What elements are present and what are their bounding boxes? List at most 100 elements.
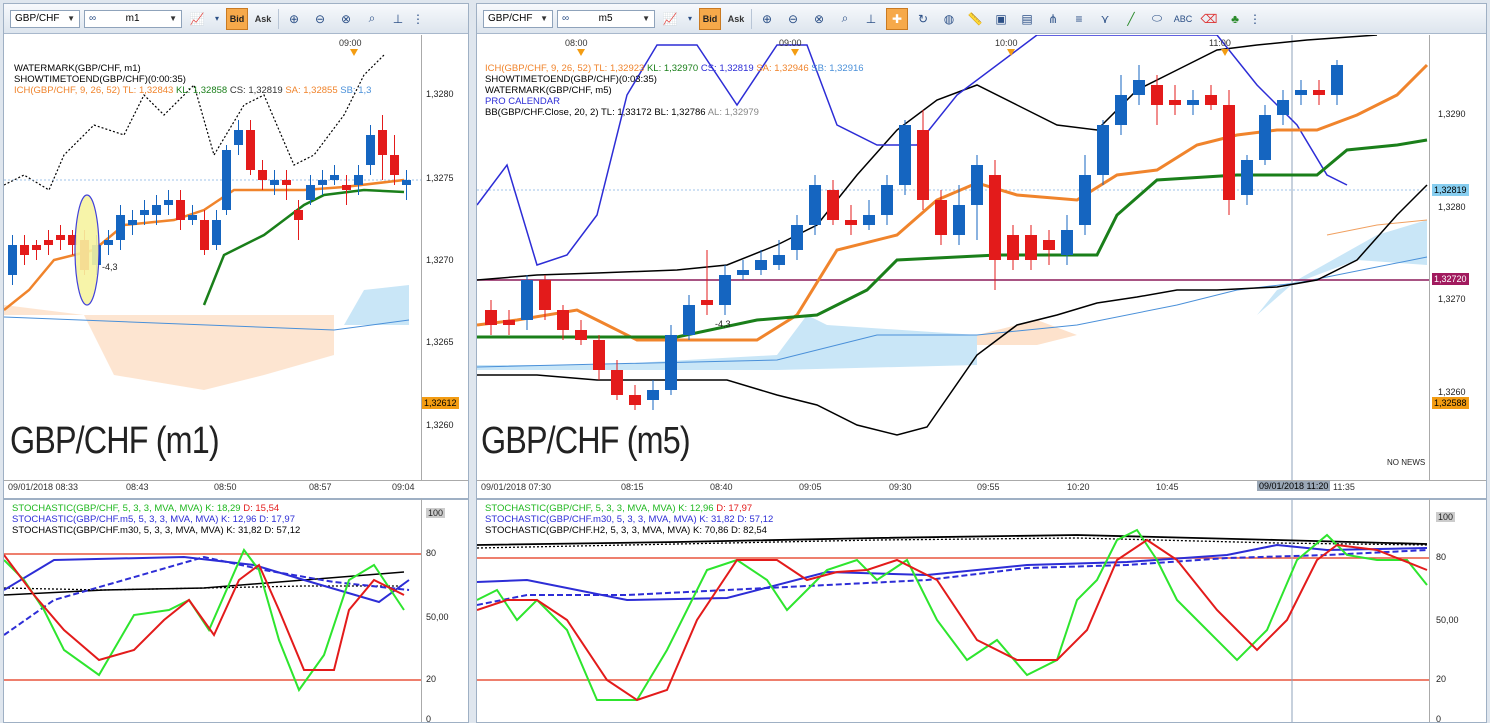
refresh-icon[interactable]: ↻ [912,8,934,30]
left-ask-button[interactable]: Ask [252,8,274,30]
right-osc-line3: STOCHASTIC(GBP/CHF.H2, 5, 3, 3, MVA, MVA… [485,525,773,536]
right-ich-name: ICH(GBP/CHF, 9, 26, 52) [485,63,592,74]
candle-body [188,215,197,220]
ellipse-icon[interactable]: ⬭ [1146,8,1168,30]
chart-table-icon[interactable]: ▤ [1016,8,1038,30]
candle-body [8,245,17,275]
trendline-icon[interactable]: ╱ [1120,8,1142,30]
globe-icon[interactable]: ◍ [938,8,960,30]
left-ich-sb: SB: 1,3 [340,85,372,96]
right-osc-l2: STOCHASTIC(GBP/CHF.m30, 5, 3, 3, MVA, MV… [485,514,697,525]
eraser-icon[interactable]: ⌫ [1198,8,1220,30]
candle-body [1259,115,1271,160]
candle-body [665,335,677,390]
left-symbol-select[interactable]: GBP/CHF ▼ [10,9,80,28]
right-osc-line1: STOCHASTIC(GBP/CHF, 5, 3, 3, MVA, MVA) K… [485,503,773,514]
right-kijun-line [477,138,1428,339]
chart-type-icon[interactable]: 📈 [659,8,681,30]
image-icon[interactable]: ▣ [990,8,1012,30]
left-price-5: 1,3260 [426,420,454,430]
indicator-icon[interactable]: ⊥ [387,8,409,30]
right-price-chart[interactable]: ICH(GBP/CHF, 9, 26, 52) TL: 1,32923 KL: … [477,35,1429,480]
left-price-chart[interactable]: WATERMARK(GBP/CHF, m1) SHOWTIMETOEND(GBP… [4,35,421,480]
right-time-7: 10:20 [1067,482,1090,492]
right-time-axis[interactable]: 09/01/2018 07:30 08:15 08:40 09:05 09:30… [477,480,1486,494]
candle-body [683,305,695,335]
right-price-axis[interactable]: 1,3290 1,3280 1,3270 1,3260 1,32819 1,32… [1429,35,1486,480]
right-bid-button[interactable]: Bid [699,7,721,30]
left-osc-l2: STOCHASTIC(GBP/CHF.m5, 5, 3, 3, MVA, MVA… [12,514,219,525]
more-icon[interactable]: ⋮ [1249,8,1261,30]
zoom-out-icon[interactable]: ⊖ [309,8,331,30]
more-icon[interactable]: ⋮ [412,8,424,30]
lines-icon[interactable]: ≡ [1068,8,1090,30]
left-osc-axis[interactable]: 100 80 50,00 20 0 [421,498,468,723]
left-price-3: 1,3270 [426,255,454,265]
candle-body [176,200,185,220]
candle-body [222,150,231,210]
right-oscillator-panel[interactable]: STOCHASTIC(GBP/CHF, 5, 3, 3, MVA, MVA) K… [477,498,1429,722]
chart-type-icon[interactable]: 📈 [186,8,208,30]
left-kumo-blue [344,285,409,325]
ruler-icon[interactable]: 📏 [964,8,986,30]
tree-icon[interactable]: ♣ [1224,8,1246,30]
right-time-4: 09:05 [799,482,822,492]
right-top-time-3: 10:00 [995,38,1018,48]
left-arrow-label: -4,3 [102,262,118,272]
right-osc-legend: STOCHASTIC(GBP/CHF, 5, 3, 3, MVA, MVA) K… [485,503,773,536]
separator [751,8,752,29]
zoom-fit-icon[interactable]: ⊗ [335,8,357,30]
dropdown-small-icon[interactable]: ▾ [685,8,695,30]
crosshair-icon[interactable]: ✚ [886,7,908,30]
zoom-in-icon[interactable]: ⊕ [283,8,305,30]
candle-body [20,245,29,255]
candle-body [485,310,497,325]
right-ich-kl: KL: 1,32970 [646,63,699,74]
left-legend-ich: ICH(GBP/CHF, 9, 26, 52) TL: 1,32843 KL: … [14,85,371,96]
right-osc-level-50: 50,00 [1436,615,1459,625]
right-timeframe-select[interactable]: ∞ m5 ▼ [557,9,655,28]
right-bb-bl: BL: 1,32786 [654,107,706,118]
zoom-area-icon[interactable]: ⌕ [834,8,856,30]
left-osc-level-0: 0 [426,714,432,723]
left-price-axis[interactable]: 1,3280 1,3275 1,3270 1,3265 1,3260 1,326… [421,35,468,480]
left-osc-black-dotted [4,585,404,591]
right-osc-axis[interactable]: 100 80 50,00 20 0 [1429,498,1486,723]
zoom-fit-icon[interactable]: ⊗ [808,8,830,30]
right-time-marker [577,49,585,56]
left-price-2: 1,3275 [426,173,454,183]
left-time-axis[interactable]: 09/01/2018 08:33 08:43 08:50 08:57 09:04 [4,480,468,494]
right-ich-cs: CS: 1,32819 [700,63,754,74]
dropdown-small-icon[interactable]: ▾ [212,8,222,30]
text-icon[interactable]: ABC [1172,8,1194,30]
fork-icon[interactable]: ⋔ [1042,8,1064,30]
candle-body [270,180,279,185]
candle-body [1331,65,1343,95]
candle-body [755,260,767,270]
right-ask-button[interactable]: Ask [725,8,747,30]
zoom-area-icon[interactable]: ⌕ [361,8,383,30]
candle-body [1151,85,1163,105]
zoom-out-icon[interactable]: ⊖ [782,8,804,30]
left-timeframe-value: m1 [125,13,140,24]
candle-body [246,130,255,170]
left-timeframe-select[interactable]: ∞ m1 ▼ [84,9,182,28]
left-osc-l1d: D: 15,54 [243,503,280,514]
indicator-icon[interactable]: ⊥ [860,8,882,30]
fan-icon[interactable]: ⋎ [1094,8,1116,30]
right-osc-level-80: 80 [1436,552,1447,562]
right-time-8: 10:45 [1156,482,1179,492]
left-bid-button[interactable]: Bid [226,7,248,30]
left-ich-name: ICH(GBP/CHF, 9, 26, 52) [14,85,121,96]
candle-body [1115,95,1127,125]
right-time-marker [791,49,799,56]
candle-body [1295,90,1307,95]
candle-body [953,205,965,235]
candle-body [773,255,785,265]
right-osc-l3k: K: 70,86 [693,525,729,536]
zoom-in-icon[interactable]: ⊕ [756,8,778,30]
right-osc-level-0: 0 [1436,714,1442,723]
candle-body [593,340,605,370]
left-oscillator-panel[interactable]: STOCHASTIC(GBP/CHF, 5, 3, 3, MVA, MVA) K… [4,498,421,722]
right-symbol-select[interactable]: GBP/CHF ▼ [483,9,553,28]
